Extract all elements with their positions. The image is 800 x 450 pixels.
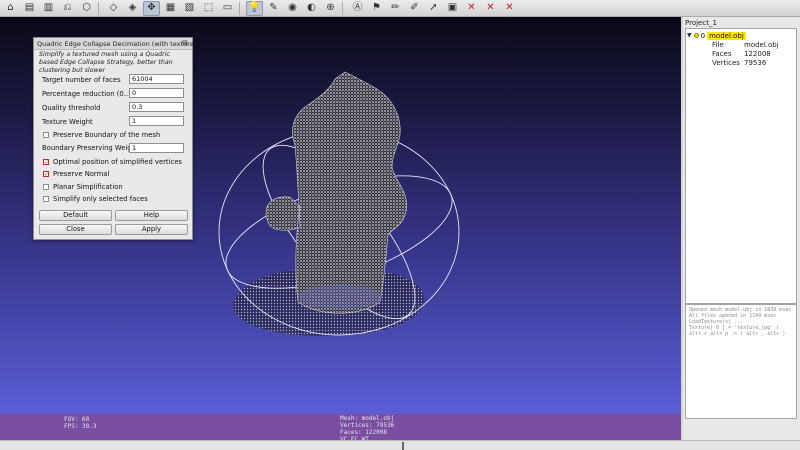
simplify-selected-label: Simplify only selected faces (53, 195, 148, 203)
layer-tree: ▼ 0 model.obj File model.obj Faces 12200… (685, 28, 797, 304)
project-title: Project_1 (685, 19, 717, 27)
preserve-normal-checkbox[interactable]: ✓ Preserve Normal (43, 170, 109, 178)
percentage-reduction-input[interactable]: 0 (129, 88, 184, 98)
planar-simplification-label: Planar Simplification (53, 183, 123, 191)
flat-lines-icon[interactable]: ▦ (162, 1, 179, 16)
snapshot-icon[interactable]: ⬡ (78, 1, 95, 16)
layer-panel: Project_1 ▼ 0 model.obj File model.obj F… (683, 17, 800, 440)
planar-simplification-checkbox[interactable]: Planar Simplification (43, 183, 123, 191)
default-button[interactable]: Default (39, 210, 112, 221)
toolbar-separator (98, 1, 102, 15)
measure-icon[interactable]: ➚ (425, 1, 442, 16)
splitter-handle[interactable] (402, 442, 404, 450)
main-toolbar: ⌂ ▤ ▥ ⎌ ⬡ ◇ ◈ ✥ ▦ ▧ ⬚ ▭ 💡 ✎ ◉ ◐ ⊕ Ⓐ ⚑ ✏ ✐ ➚ ▣ ✕ ✕ ✕ (0, 0, 800, 17)
smooth-icon[interactable]: ⬚ (200, 1, 217, 16)
wireframe-icon[interactable]: ◇ (105, 1, 122, 16)
expand-arrow-icon[interactable]: ▼ (687, 32, 692, 39)
apply-button[interactable]: Apply (115, 224, 188, 235)
delete-c-icon[interactable]: ✕ (501, 1, 518, 16)
visibility-eye-icon[interactable] (693, 33, 699, 38)
info-mesh: Mesh: model.obj Vertices: 79536 Faces: 1… (340, 415, 394, 443)
dialog-description: Simplify a textured mesh using a Quadric… (39, 51, 173, 74)
paint-icon[interactable]: ✏ (387, 1, 404, 16)
texture-weight-label: Texture Weight (42, 118, 93, 126)
preserve-boundary-label: Preserve Boundary of the mesh (53, 131, 161, 139)
attr-value: 122008 (744, 50, 771, 58)
attr-key: File (712, 41, 724, 49)
boundary-weight-input[interactable]: 1 (129, 143, 184, 153)
hydrant-base-shade (298, 285, 382, 309)
delete-b-icon[interactable]: ✕ (482, 1, 499, 16)
open-project-icon[interactable]: ▤ (21, 1, 38, 16)
toolbar-separator (342, 1, 346, 15)
percentage-reduction-label: Percentage reduction (0..1) (42, 90, 136, 98)
quality-threshold-input[interactable]: 0.3 (129, 102, 184, 112)
simplify-selected-checkbox[interactable]: Simplify only selected faces (43, 195, 148, 203)
log-window[interactable]: Opened mesh model.obj in 1838 msec All f… (685, 304, 797, 419)
delete-a-icon[interactable]: ✕ (463, 1, 480, 16)
attr-key: Vertices (712, 59, 740, 67)
dialog-close-icon[interactable]: ⊠ (181, 39, 189, 47)
select-faces-icon[interactable]: ◐ (303, 1, 320, 16)
vertices-readout: Vertices: 79536 (340, 422, 395, 429)
boundary-weight-label: Boundary Preserving Weight (42, 144, 139, 152)
optimal-position-checkbox[interactable]: ✓ Optimal position of simplified vertice… (43, 158, 182, 166)
log-line: alt+ + alt+ p -> ( alt+ , alt+ ) (689, 331, 786, 337)
layer-attr-file: File model.obj (712, 41, 779, 49)
layer-attr-vertices: Vertices 79536 (712, 59, 766, 67)
align-icon[interactable]: ▣ (444, 1, 461, 16)
open-mesh-icon[interactable]: ▥ (40, 1, 57, 16)
preserve-normal-label: Preserve Normal (53, 170, 110, 178)
quality-threshold-label: Quality threshold (42, 104, 101, 112)
attr-value: 79536 (744, 59, 767, 67)
annotate-icon[interactable]: Ⓐ (349, 1, 366, 16)
checkbox-icon[interactable] (43, 132, 49, 138)
checkbox-icon[interactable]: ✓ (43, 171, 49, 178)
target-faces-input[interactable]: 61004 (129, 74, 184, 84)
fps-readout: FPS: 30.3 (64, 423, 97, 430)
flat-icon[interactable]: ▧ (181, 1, 198, 16)
attr-key: Faces (712, 50, 732, 58)
mark-icon[interactable]: ⚑ (368, 1, 385, 16)
checkbox-icon[interactable]: ✓ (43, 159, 49, 166)
reload-icon[interactable]: ⎌ (59, 1, 76, 16)
light-icon[interactable]: 💡 (246, 0, 263, 16)
checkbox-icon[interactable] (43, 184, 49, 190)
preserve-boundary-checkbox[interactable]: Preserve Boundary of the mesh (43, 131, 160, 139)
dialog-title: Quadric Edge Collapse Decimation (with t… (37, 40, 197, 48)
select-vertices-icon[interactable]: ◉ (284, 1, 301, 16)
dialog-titlebar[interactable]: Quadric Edge Collapse Decimation (with t… (34, 38, 196, 50)
attr-value: model.obj (744, 41, 779, 49)
status-bar (0, 440, 800, 450)
trackball-icon[interactable]: ⊕ (322, 1, 339, 16)
texture-icon[interactable]: ▭ (219, 1, 236, 16)
toolbar-separator (239, 1, 243, 15)
optimal-position-label: Optimal position of simplified vertices (53, 158, 182, 166)
bounding-box-icon[interactable]: ◈ (124, 1, 141, 16)
home-icon[interactable]: ⌂ (2, 1, 19, 16)
edit-icon[interactable]: ✎ (265, 1, 282, 16)
layer-attr-faces: Faces 122008 (712, 50, 771, 58)
info-left: FOV: 60 FPS: 30.3 (64, 416, 97, 430)
layer-index: 0 (700, 31, 706, 40)
fov-readout: FOV: 60 (64, 416, 90, 423)
texture-weight-input[interactable]: 1 (129, 116, 184, 126)
decimation-dialog: Quadric Edge Collapse Decimation (with t… (33, 37, 196, 240)
close-button[interactable]: Close (39, 224, 112, 235)
help-button[interactable]: Help (115, 210, 188, 221)
viewport-info-bar: FOV: 60 FPS: 30.3 Mesh: model.obj Vertic… (0, 414, 681, 443)
checkbox-icon[interactable] (43, 196, 49, 202)
pencil-icon[interactable]: ✐ (406, 1, 423, 16)
layer-row[interactable]: ▼ 0 model.obj (687, 31, 746, 40)
target-faces-label: Target number of faces (42, 76, 121, 84)
points-icon[interactable]: ✥ (143, 0, 160, 16)
faces-readout: Faces: 122008 (340, 429, 387, 436)
layer-name[interactable]: model.obj (707, 31, 746, 40)
mesh-name-readout: Mesh: model.obj (340, 415, 395, 422)
